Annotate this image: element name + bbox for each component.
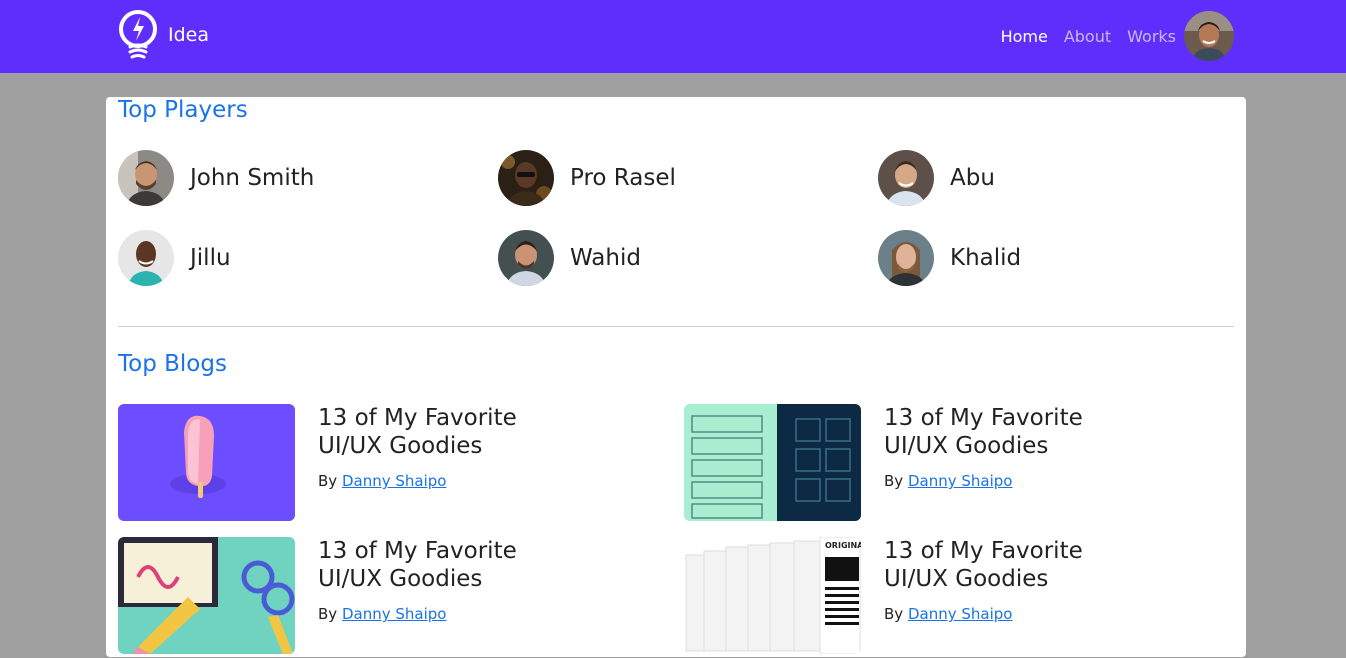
author-link[interactable]: Danny Shaipo xyxy=(342,472,447,490)
player-avatar xyxy=(878,230,934,286)
player-name: Abu xyxy=(950,165,995,191)
author-link[interactable]: Danny Shaipo xyxy=(908,472,1013,490)
blog-thumbnail[interactable] xyxy=(684,404,861,521)
section-divider xyxy=(118,326,1234,327)
blog-title[interactable]: 13 of My Favorite UI/UX Goodies xyxy=(318,537,548,593)
player-avatar xyxy=(878,150,934,206)
player-avatar xyxy=(498,230,554,286)
byline-prefix: By xyxy=(884,472,904,490)
player-item[interactable]: John Smith xyxy=(118,150,314,206)
byline-prefix: By xyxy=(318,605,338,623)
player-item[interactable]: Abu xyxy=(878,150,995,206)
main-nav: Home About Works xyxy=(1001,11,1234,61)
player-item[interactable]: Khalid xyxy=(878,230,1021,286)
nav-works[interactable]: Works xyxy=(1127,27,1176,46)
thumbnail-caption: ORIGINA xyxy=(825,541,861,550)
blog-card: 13 of My Favorite UI/UX Goodies By Danny… xyxy=(118,537,658,655)
player-name: Pro Rasel xyxy=(570,165,676,191)
blog-card: ORIGINA 13 of My Favorite UI/UX Goodies … xyxy=(684,537,1224,655)
player-name: Khalid xyxy=(950,245,1022,271)
nav-about[interactable]: About xyxy=(1064,27,1111,46)
blog-byline: By Danny Shaipo xyxy=(318,605,446,623)
author-link[interactable]: Danny Shaipo xyxy=(342,605,447,623)
blog-byline: By Danny Shaipo xyxy=(884,472,1012,490)
player-name: Wahid xyxy=(570,245,641,271)
navbar: Idea Home About Works xyxy=(0,0,1346,73)
blog-thumbnail[interactable] xyxy=(118,537,295,654)
player-name: John Smith xyxy=(190,165,315,191)
content-card: Top Players John Smith Pro Rasel Abu Jil… xyxy=(106,97,1246,657)
top-blogs-heading: Top Blogs xyxy=(118,351,227,377)
blog-byline: By Danny Shaipo xyxy=(884,605,1012,623)
brand-link[interactable]: Idea xyxy=(118,9,209,61)
blog-card: 13 of My Favorite UI/UX Goodies By Danny… xyxy=(684,404,1224,522)
player-avatar xyxy=(118,230,174,286)
byline-prefix: By xyxy=(318,472,338,490)
player-item[interactable]: Wahid xyxy=(498,230,641,286)
lightbulb-logo-icon xyxy=(119,10,157,59)
user-avatar[interactable] xyxy=(1184,11,1234,61)
user-avatar-image xyxy=(1184,11,1234,61)
blog-title[interactable]: 13 of My Favorite UI/UX Goodies xyxy=(884,537,1114,593)
player-avatar xyxy=(118,150,174,206)
player-item[interactable]: Jillu xyxy=(118,230,231,286)
blog-title[interactable]: 13 of My Favorite UI/UX Goodies xyxy=(884,404,1114,460)
top-players-heading: Top Players xyxy=(118,97,248,123)
brand-name: Idea xyxy=(168,24,209,46)
author-link[interactable]: Danny Shaipo xyxy=(908,605,1013,623)
blog-byline: By Danny Shaipo xyxy=(318,472,446,490)
blog-title[interactable]: 13 of My Favorite UI/UX Goodies xyxy=(318,404,548,460)
byline-prefix: By xyxy=(884,605,904,623)
blog-card: 13 of My Favorite UI/UX Goodies By Danny… xyxy=(118,404,658,522)
blog-thumbnail[interactable]: ORIGINA xyxy=(684,537,861,654)
player-name: Jillu xyxy=(190,245,231,271)
player-item[interactable]: Pro Rasel xyxy=(498,150,676,206)
nav-home[interactable]: Home xyxy=(1001,27,1048,46)
player-avatar xyxy=(498,150,554,206)
blog-thumbnail[interactable] xyxy=(118,404,295,521)
